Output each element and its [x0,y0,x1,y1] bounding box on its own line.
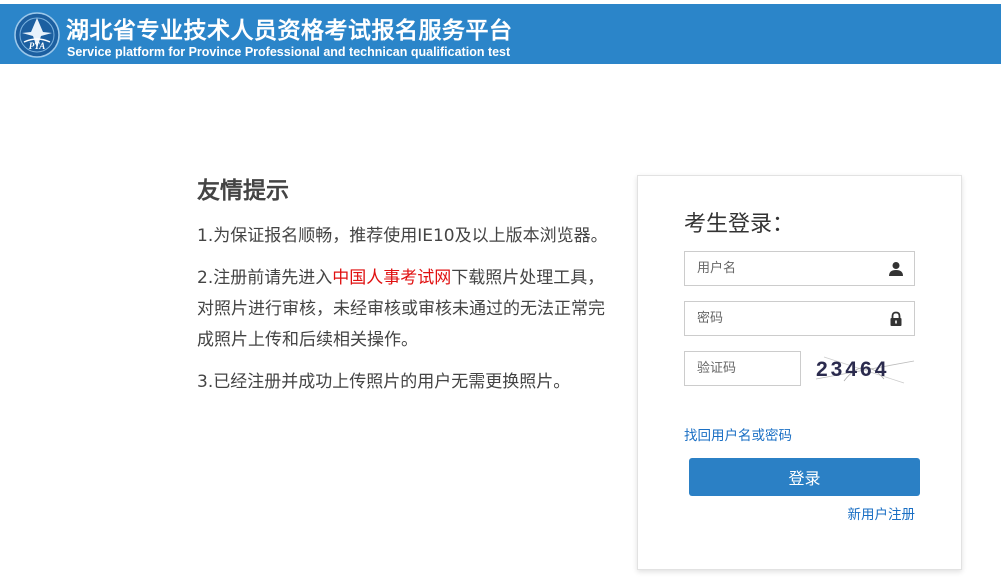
username-field-box [684,251,915,286]
cpta-link[interactable]: 中国人事考试网 [332,268,451,288]
pta-logo-icon: PTA [14,12,60,58]
tip-item-2-before: 2.注册前请先进入 [197,268,333,288]
captcha-input[interactable] [685,352,800,385]
login-title: 考生登录： [684,212,795,237]
login-button[interactable]: 登录 [689,458,920,496]
header-bar: PTA 湖北省专业技术人员资格考试报名服务平台 Service platform… [0,4,1001,64]
tip-item-3: 3.已经注册并成功上传照片的用户无需更换照片。 [197,372,571,392]
lock-icon [890,311,902,326]
logo-text: PTA [29,41,46,51]
tip-item-2: 2.注册前请先进入中国人事考试网下载照片处理工具，对照片进行审核，未经审核或审核… [197,263,617,356]
password-field-box [684,301,915,336]
captcha-field-box [684,351,801,386]
captcha-text: 23464 [816,358,889,381]
tip-item-1: 1.为保证报名顺畅，推荐使用IE10及以上版本浏览器。 [197,226,608,246]
password-input[interactable] [685,302,914,335]
forgot-credentials-link[interactable]: 找回用户名或密码 [684,424,792,444]
login-panel: 考生登录： 23464 找回用户名或密码 登录 新用户注册 [637,175,962,570]
register-link[interactable]: 新用户注册 [848,503,916,523]
captcha-image[interactable]: 23464 [814,351,918,387]
tips-panel: 友情提示 1.为保证报名顺畅，推荐使用IE10及以上版本浏览器。 2.注册前请先… [197,176,627,409]
tips-title: 友情提示 [197,178,289,204]
site-subtitle: Service platform for Province Profession… [67,45,511,59]
user-icon [889,262,903,276]
username-input[interactable] [685,252,914,285]
site-title: 湖北省专业技术人员资格考试报名服务平台 [66,18,513,44]
